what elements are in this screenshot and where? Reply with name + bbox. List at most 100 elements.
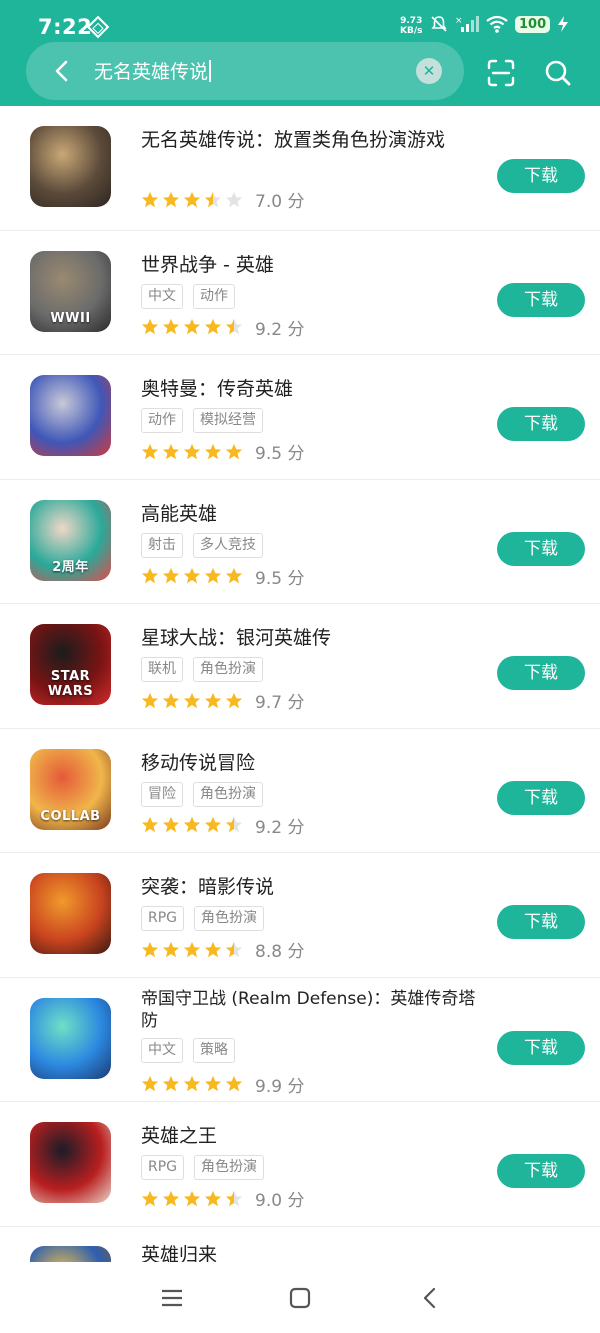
app-tags: 联机 角色扮演: [141, 657, 263, 682]
star-icon: [204, 443, 222, 459]
app-name[interactable]: 突袭：暗影传说: [141, 875, 481, 899]
app-name[interactable]: 移动传说冒险: [141, 751, 481, 775]
search-input[interactable]: 无名英雄传说: [94, 57, 212, 84]
star-icon: [225, 1075, 243, 1092]
app-rating: 9.5 分: [141, 439, 304, 464]
app-rating: 8.8 分: [141, 937, 304, 962]
app-icon[interactable]: 2周年: [30, 499, 111, 581]
star-icon: [141, 567, 159, 584]
rating-score-unit: 分: [287, 942, 305, 962]
download-button[interactable]: 下载: [497, 282, 585, 317]
app-list-item[interactable]: 帝国守卫战 (Realm Defense)：英雄传奇塔防 中文 策略 9.9 分 下载: [0, 978, 600, 1102]
download-button[interactable]: 下载: [497, 531, 585, 566]
app-icon[interactable]: WWII: [30, 250, 111, 332]
star-icon: [141, 941, 159, 957]
app-icon[interactable]: [30, 1122, 111, 1203]
app-name[interactable]: 奥特曼：传奇英雄: [141, 377, 481, 401]
download-button[interactable]: 下载: [497, 780, 585, 815]
rating-stars: [141, 816, 243, 834]
rating-score: 9.2 分: [255, 315, 304, 340]
star-icon: [225, 816, 243, 833]
star-icon: [225, 443, 243, 459]
mute-bell-icon: [431, 16, 447, 32]
star-icon: [162, 567, 180, 584]
app-tags: 动作 模拟经营: [141, 408, 263, 433]
app-list-item[interactable]: 2周年 高能英雄 射击 多人竞技 9.5 分 下载: [0, 480, 600, 604]
star-icon: [141, 318, 159, 335]
rating-score-value: 7.0: [255, 192, 283, 212]
download-button[interactable]: 下载: [497, 1030, 585, 1065]
download-button[interactable]: 下载: [497, 159, 585, 193]
app-icon[interactable]: [30, 997, 111, 1079]
star-icon: [183, 318, 201, 335]
rating-score-value: 9.7: [255, 693, 283, 713]
rating-score-unit: 分: [287, 444, 305, 464]
rating-score: 8.8 分: [255, 937, 304, 962]
star-icon: [204, 567, 222, 584]
rating-score-unit: 分: [287, 568, 305, 589]
back-icon[interactable]: [418, 1286, 442, 1310]
app-tag: 角色扮演: [194, 1155, 265, 1180]
rating-score: 9.2 分: [255, 813, 304, 838]
rating-stars: [141, 1075, 243, 1093]
text-caret: [209, 60, 212, 82]
battery-level: 100: [515, 15, 551, 33]
rating-score-value: 9.9: [255, 1076, 283, 1097]
star-icon: [225, 692, 243, 708]
app-name[interactable]: 英雄之王: [141, 1124, 481, 1148]
app-tag: 动作: [193, 283, 235, 309]
search-icon[interactable]: [543, 58, 573, 88]
app-tags: 冒险 角色扮演: [141, 781, 263, 807]
app-icon[interactable]: [30, 873, 111, 954]
app-icon[interactable]: COLLAB: [30, 748, 111, 830]
download-button[interactable]: 下载: [497, 905, 585, 939]
app-list-item[interactable]: 英雄之王 RPG 角色扮演 9.0 分 下载: [0, 1102, 600, 1227]
star-icon: [183, 692, 201, 708]
app-list-item[interactable]: WWII 世界战争 - 英雄 中文 动作 9.2 分 下载: [0, 231, 600, 355]
app-list-item[interactable]: 奥特曼：传奇英雄 动作 模拟经营 9.5 分 下载: [0, 355, 600, 480]
home-icon[interactable]: [288, 1286, 312, 1310]
star-icon: [162, 692, 180, 708]
menu-icon[interactable]: [160, 1286, 184, 1310]
status-bar: 7:22 9.73 KB/s × 100: [0, 0, 600, 44]
app-list-item[interactable]: 无名英雄传说：放置类角色扮演游戏 7.0 分 下载: [0, 106, 600, 231]
download-button[interactable]: 下载: [497, 1154, 585, 1188]
app-name[interactable]: 无名英雄传说：放置类角色扮演游戏: [141, 128, 481, 152]
back-arrow-icon[interactable]: [48, 56, 78, 86]
star-icon: [204, 941, 222, 957]
status-time: 7:22: [38, 15, 93, 39]
rating-score-unit: 分: [287, 1076, 305, 1097]
app-list-item[interactable]: 英雄归来: [0, 1227, 600, 1267]
scan-icon[interactable]: [486, 58, 516, 88]
star-icon: [141, 1190, 159, 1206]
clear-search-icon[interactable]: ✕: [416, 58, 442, 84]
star-icon: [183, 1075, 201, 1092]
app-list-item[interactable]: 突袭：暗影传说 RPG 角色扮演 8.8 分 下载: [0, 853, 600, 978]
star-icon: [183, 567, 201, 584]
star-icon: [141, 816, 159, 833]
app-tags: 射击 多人竞技: [141, 532, 263, 558]
app-icon-text: 2周年: [52, 559, 89, 575]
app-icon-text: STAR WARS: [47, 669, 94, 699]
download-button[interactable]: 下载: [497, 656, 585, 690]
rating-score-value: 8.8: [255, 942, 283, 962]
download-button[interactable]: 下载: [497, 407, 585, 441]
app-name[interactable]: 高能英雄: [141, 502, 481, 526]
system-nav-bar: [0, 1262, 600, 1333]
app-tag: 动作: [141, 408, 183, 433]
app-icon[interactable]: [30, 126, 111, 207]
app-name[interactable]: 星球大战：银河英雄传: [141, 626, 481, 650]
app-list-item[interactable]: STAR WARS 星球大战：银河英雄传 联机 角色扮演 9.7 分 下载: [0, 604, 600, 729]
signal-icon: ×: [455, 16, 479, 32]
app-tags: RPG 角色扮演: [141, 1155, 265, 1180]
app-icon[interactable]: STAR WARS: [30, 624, 111, 705]
app-rating: 9.0 分: [141, 1186, 304, 1211]
app-name[interactable]: 世界战争 - 英雄: [141, 253, 481, 277]
rating-stars: [141, 692, 243, 710]
rating-score-value: 9.0: [255, 1191, 283, 1211]
app-name[interactable]: 帝国守卫战 (Realm Defense)：英雄传奇塔防: [141, 988, 481, 1032]
app-tags: RPG 角色扮演: [141, 906, 265, 931]
app-header: 7:22 9.73 KB/s × 100 无名英雄传说 ✕: [0, 0, 600, 106]
app-icon[interactable]: [30, 375, 111, 456]
app-list-item[interactable]: COLLAB 移动传说冒险 冒险 角色扮演 9.2 分 下载: [0, 729, 600, 853]
